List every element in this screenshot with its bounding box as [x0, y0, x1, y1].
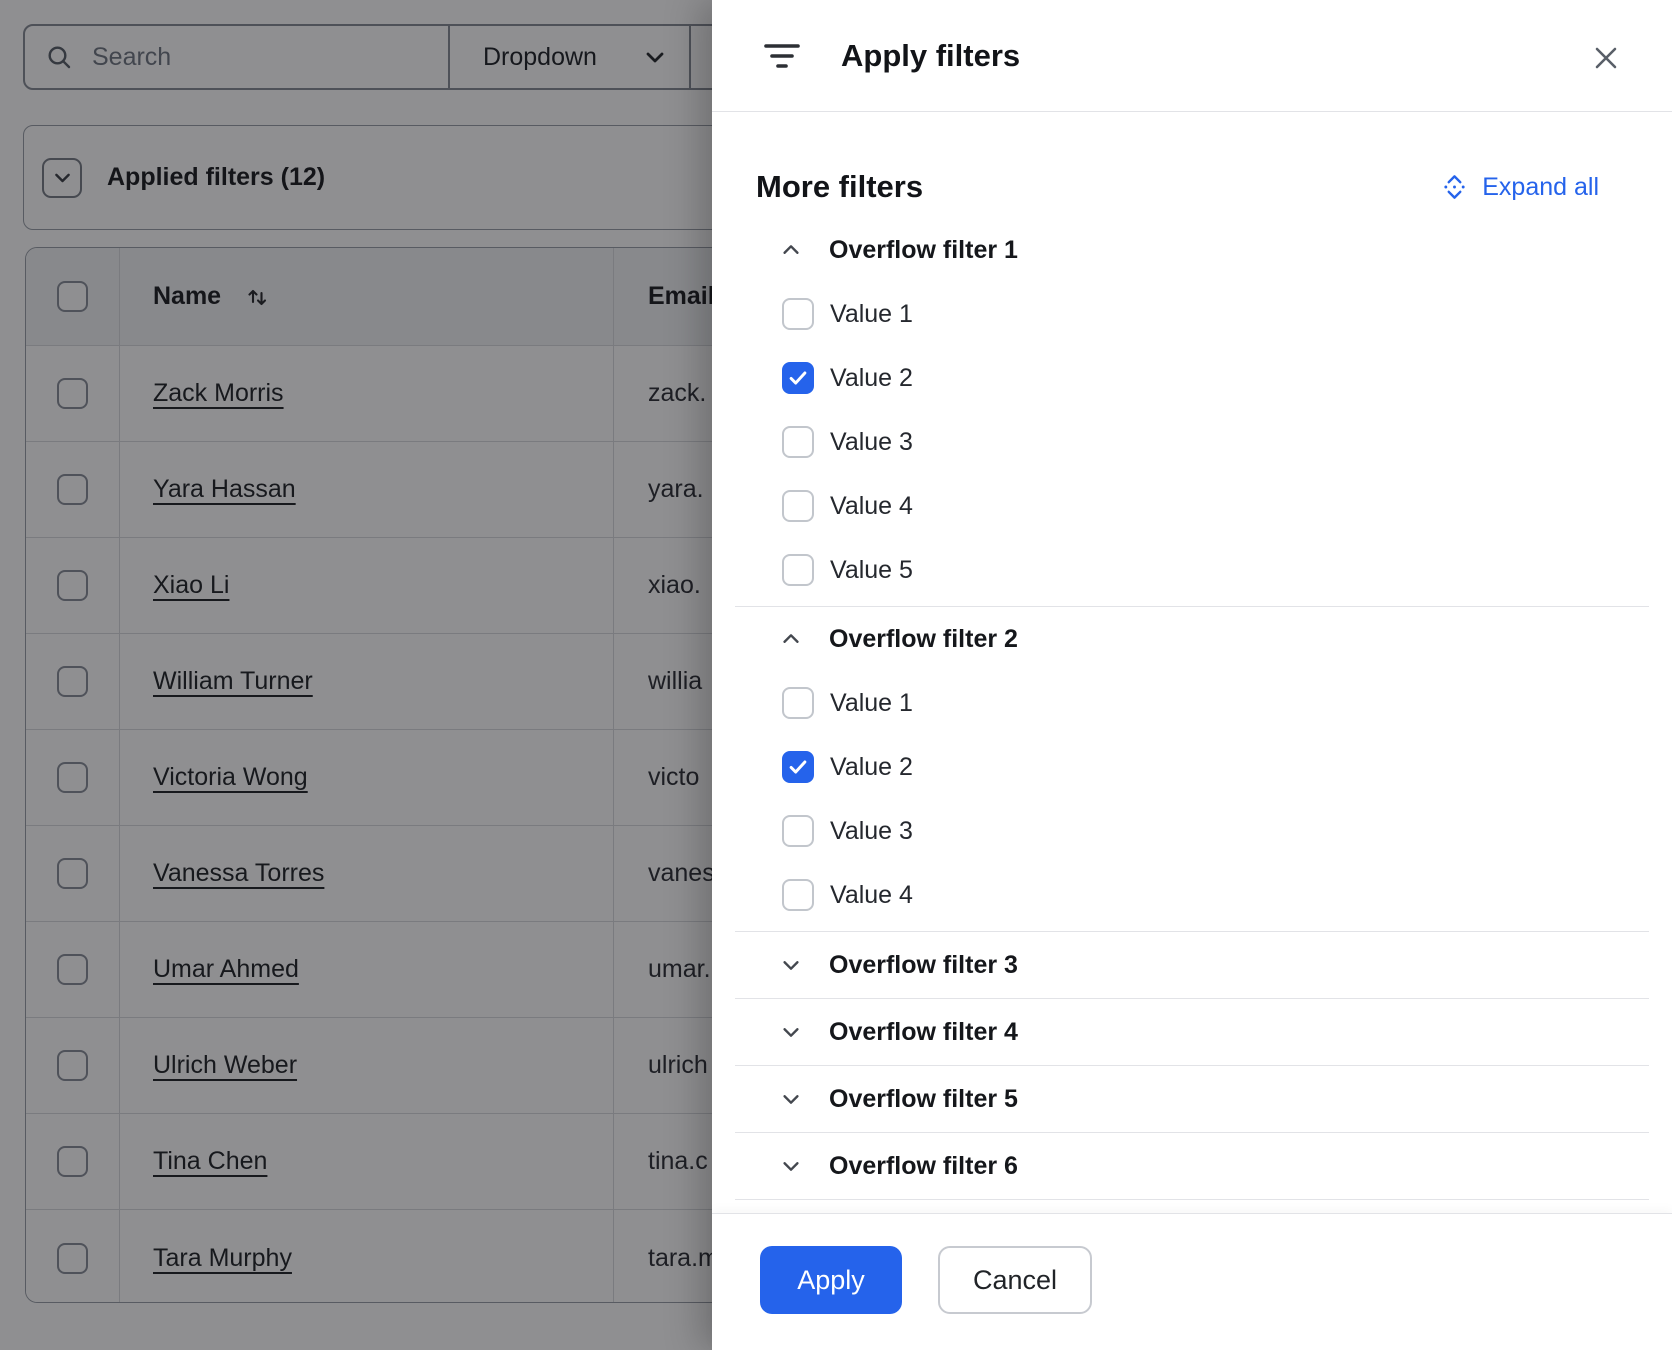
- filter-value-row[interactable]: Value 1: [735, 282, 1649, 346]
- filter-section: Overflow filter 4: [735, 999, 1649, 1066]
- filter-section-values: Value 1 Value 2 Value 3 Value 4 Value 5: [735, 282, 1649, 606]
- checkbox[interactable]: [782, 490, 814, 522]
- checkbox-checked[interactable]: [782, 362, 814, 394]
- close-button[interactable]: [1584, 36, 1628, 80]
- filter-value-label: Value 2: [830, 753, 913, 782]
- filter-value-row[interactable]: Value 3: [735, 410, 1649, 474]
- filter-sections: Overflow filter 1 Value 1 Value 2 Value …: [735, 218, 1649, 1200]
- filter-icon: [763, 39, 801, 73]
- checkbox[interactable]: [782, 879, 814, 911]
- chevron-down-icon: [780, 1088, 802, 1110]
- filter-section: Overflow filter 6: [735, 1133, 1649, 1200]
- filter-value-label: Value 1: [830, 300, 913, 329]
- more-filters-heading: More filters: [756, 169, 923, 205]
- checkbox[interactable]: [782, 815, 814, 847]
- filter-section-values: Value 1 Value 2 Value 3 Value 4: [735, 671, 1649, 931]
- filter-section-label: Overflow filter 6: [829, 1152, 1018, 1181]
- filter-value-row[interactable]: Value 4: [735, 474, 1649, 538]
- filter-section-label: Overflow filter 1: [829, 236, 1018, 265]
- filter-section-toggle[interactable]: Overflow filter 4: [735, 999, 1649, 1065]
- drawer-header: Apply filters: [712, 0, 1672, 112]
- more-filters-row: More filters Expand all: [735, 156, 1649, 218]
- filter-value-row[interactable]: Value 2: [735, 735, 1649, 799]
- checkbox-checked[interactable]: [782, 751, 814, 783]
- filter-section-label: Overflow filter 5: [829, 1085, 1018, 1114]
- chevron-down-icon: [780, 1021, 802, 1043]
- filter-section-label: Overflow filter 2: [829, 625, 1018, 654]
- filter-section-toggle[interactable]: Overflow filter 3: [735, 932, 1649, 998]
- filter-value-label: Value 5: [830, 556, 913, 585]
- chevron-up-icon: [780, 239, 802, 261]
- filter-value-row[interactable]: Value 2: [735, 346, 1649, 410]
- filter-section-label: Overflow filter 4: [829, 1018, 1018, 1047]
- filter-value-label: Value 2: [830, 364, 913, 393]
- checkbox[interactable]: [782, 687, 814, 719]
- filter-section-label: Overflow filter 3: [829, 951, 1018, 980]
- filter-value-label: Value 1: [830, 689, 913, 718]
- filter-value-label: Value 4: [830, 492, 913, 521]
- filter-value-label: Value 3: [830, 817, 913, 846]
- filter-section-toggle[interactable]: Overflow filter 5: [735, 1066, 1649, 1132]
- screen: Dropdown Applied filters (12): [0, 0, 1672, 1350]
- drawer-footer: Apply Cancel: [712, 1213, 1672, 1350]
- chevron-down-icon: [780, 954, 802, 976]
- filter-section: Overflow filter 2 Value 1 Value 2 Value …: [735, 607, 1649, 932]
- chevron-down-icon: [780, 1155, 802, 1177]
- filter-section-toggle[interactable]: Overflow filter 6: [735, 1133, 1649, 1199]
- expand-all-button[interactable]: Expand all: [1441, 172, 1599, 202]
- filter-section: Overflow filter 1 Value 1 Value 2 Value …: [735, 218, 1649, 607]
- filter-value-row[interactable]: Value 5: [735, 538, 1649, 602]
- checkbox[interactable]: [782, 554, 814, 586]
- checkbox[interactable]: [782, 426, 814, 458]
- apply-filters-drawer: Apply filters More filters: [712, 0, 1672, 1350]
- filter-value-row[interactable]: Value 3: [735, 799, 1649, 863]
- filter-value-label: Value 3: [830, 428, 913, 457]
- filter-value-label: Value 4: [830, 881, 913, 910]
- filter-value-row[interactable]: Value 1: [735, 671, 1649, 735]
- filter-section: Overflow filter 3: [735, 932, 1649, 999]
- expand-all-label: Expand all: [1482, 173, 1599, 202]
- drawer-body: More filters Expand all: [712, 112, 1672, 1213]
- cancel-button[interactable]: Cancel: [938, 1246, 1092, 1314]
- filter-section-toggle[interactable]: Overflow filter 2: [735, 607, 1649, 671]
- chevron-up-icon: [780, 628, 802, 650]
- filter-section-toggle[interactable]: Overflow filter 1: [735, 218, 1649, 282]
- checkbox[interactable]: [782, 298, 814, 330]
- filter-section: Overflow filter 5: [735, 1066, 1649, 1133]
- close-icon: [1591, 43, 1621, 73]
- apply-button[interactable]: Apply: [760, 1246, 902, 1314]
- drawer-title: Apply filters: [841, 38, 1020, 74]
- expand-all-icon: [1441, 172, 1468, 202]
- filter-value-row[interactable]: Value 4: [735, 863, 1649, 927]
